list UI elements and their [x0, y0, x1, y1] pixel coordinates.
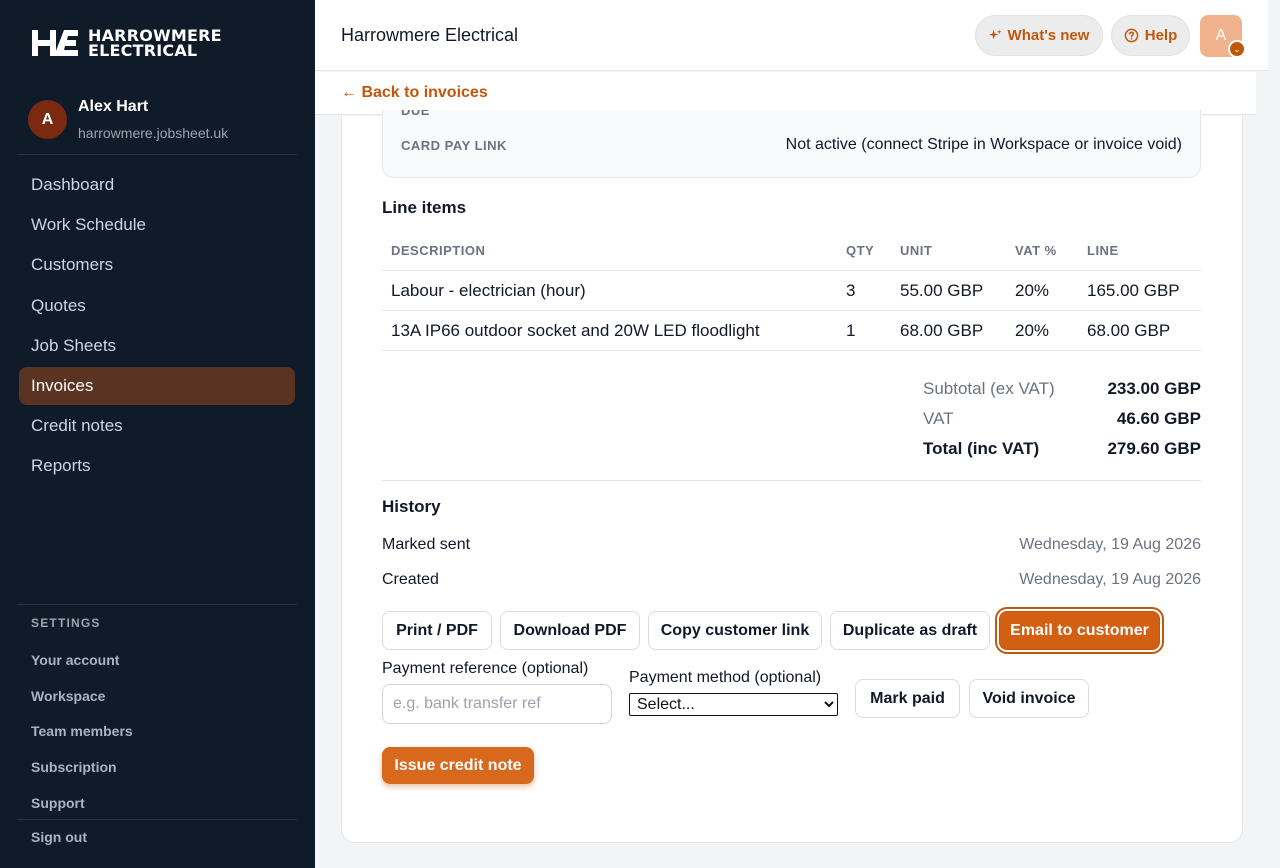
- settings-item-team-members[interactable]: Team members: [31, 714, 133, 750]
- header-line: LINE: [1087, 243, 1119, 258]
- whats-new-button[interactable]: What's new: [975, 15, 1103, 56]
- divider: [17, 154, 297, 155]
- user-profile[interactable]: A Alex Hart harrowmere.jobsheet.uk: [28, 97, 228, 141]
- subtotal-label: Subtotal (ex VAT): [923, 379, 1055, 398]
- cell-unit: 55.00 GBP: [900, 281, 984, 300]
- history-event-date: Wednesday, 19 Aug 2026: [1019, 536, 1201, 553]
- history-title: History: [382, 497, 441, 516]
- table-header: DESCRIPTION QTY UNIT VAT % LINE: [382, 231, 1201, 271]
- vat-row: VAT 46.60 GBP: [923, 409, 1201, 439]
- cell-vat: 20%: [1015, 321, 1050, 340]
- sidebar-item-reports[interactable]: Reports: [19, 447, 295, 485]
- header-description: DESCRIPTION: [391, 243, 486, 258]
- help-label: Help: [1144, 27, 1178, 44]
- cell-unit: 68.00 GBP: [900, 321, 984, 340]
- line-items-title: Line items: [382, 198, 467, 217]
- cell-line: 165.00 GBP: [1087, 281, 1180, 300]
- settings-nav: Your account Workspace Team members Subs…: [31, 642, 133, 821]
- sidebar-item-work-schedule[interactable]: Work Schedule: [19, 206, 295, 244]
- back-to-invoices-link[interactable]: ← Back to invoices: [341, 84, 488, 102]
- avatar: A: [28, 100, 67, 139]
- divider: [382, 480, 1201, 481]
- payment-method-select[interactable]: Select...: [629, 693, 838, 716]
- header-vat: VAT %: [1015, 243, 1057, 258]
- main-content: Harrowmere Electrical What's new Help A …: [315, 0, 1268, 868]
- brand-name: HARROWMERE ELECTRICAL: [88, 28, 222, 60]
- user-name: Alex Hart: [78, 98, 149, 115]
- account-menu-avatar[interactable]: A ⌄: [1200, 15, 1246, 58]
- sidebar-item-dashboard[interactable]: Dashboard: [19, 166, 295, 204]
- brand-logo[interactable]: HARROWMERE ELECTRICAL: [30, 27, 222, 59]
- card-pay-link-label: CARD PAY LINK: [401, 138, 507, 153]
- chevron-down-icon: ⌄: [1228, 40, 1246, 58]
- logo-mark-icon: [32, 30, 78, 56]
- invoice-card: DUE CARD PAY LINK Not active (connect St…: [341, 110, 1243, 843]
- history-event-date: Wednesday, 19 Aug 2026: [1019, 571, 1201, 588]
- history-event-label: Created: [382, 571, 439, 588]
- sidebar-item-invoices[interactable]: Invoices: [19, 366, 295, 405]
- cell-qty: 3: [846, 281, 856, 300]
- whats-new-label: What's new: [1007, 27, 1090, 44]
- line-items-table: DESCRIPTION QTY UNIT VAT % LINE Labour -…: [382, 231, 1201, 351]
- settings-item-subscription[interactable]: Subscription: [31, 749, 133, 785]
- page-title: Harrowmere Electrical: [341, 25, 519, 45]
- payment-reference-label: Payment reference (optional): [382, 660, 589, 677]
- brand-name-line2: ELECTRICAL: [88, 41, 198, 60]
- scrollbar-track[interactable]: [1256, 72, 1268, 868]
- help-circle-icon: [1124, 28, 1139, 43]
- back-bar: ← Back to invoices: [315, 72, 1268, 115]
- payment-info-box: DUE CARD PAY LINK Not active (connect St…: [382, 110, 1201, 178]
- divider: [17, 604, 297, 605]
- sidebar-item-quotes[interactable]: Quotes: [19, 287, 295, 325]
- subtotal-row: Subtotal (ex VAT) 233.00 GBP: [923, 379, 1201, 409]
- vat-value: 46.60 GBP: [1116, 409, 1201, 428]
- settings-item-workspace[interactable]: Workspace: [31, 678, 133, 714]
- payment-method-label: Payment method (optional): [629, 669, 822, 686]
- cell-description: Labour - electrician (hour): [391, 281, 586, 300]
- total-label: Total (inc VAT): [923, 439, 1040, 458]
- user-domain: harrowmere.jobsheet.uk: [78, 125, 229, 141]
- header-unit: UNIT: [900, 243, 933, 258]
- sidebar-item-job-sheets[interactable]: Job Sheets: [19, 327, 295, 365]
- total-row: Total (inc VAT) 279.60 GBP: [923, 439, 1201, 469]
- cell-line: 68.00 GBP: [1087, 321, 1171, 340]
- subtotal-value: 233.00 GBP: [1107, 379, 1201, 398]
- total-value: 279.60 GBP: [1107, 439, 1201, 458]
- issue-credit-note-button[interactable]: Issue credit note: [382, 747, 534, 784]
- email-to-customer-button[interactable]: Email to customer: [999, 611, 1160, 650]
- settings-item-your-account[interactable]: Your account: [31, 642, 133, 678]
- totals-summary: Subtotal (ex VAT) 233.00 GBP VAT 46.60 G…: [923, 379, 1201, 469]
- main-nav: Dashboard Work Schedule Customers Quotes…: [19, 166, 295, 488]
- sidebar: HARROWMERE ELECTRICAL A Alex Hart harrow…: [0, 0, 315, 868]
- due-label: DUE: [401, 110, 430, 118]
- void-invoice-button[interactable]: Void invoice: [969, 679, 1089, 718]
- card-pay-link-value: Not active (connect Stripe in Workspace …: [785, 136, 1182, 153]
- help-button[interactable]: Help: [1111, 15, 1190, 56]
- table-row: Labour - electrician (hour) 3 55.00 GBP …: [382, 271, 1201, 311]
- history-event-label: Marked sent: [382, 536, 471, 553]
- avatar-initial: A: [1215, 27, 1227, 44]
- sign-out-link[interactable]: Sign out: [31, 829, 87, 845]
- duplicate-as-draft-button[interactable]: Duplicate as draft: [830, 611, 990, 650]
- download-pdf-button[interactable]: Download PDF: [500, 611, 640, 650]
- print-pdf-button[interactable]: Print / PDF: [382, 611, 492, 650]
- payment-reference-input[interactable]: [382, 684, 612, 724]
- cell-vat: 20%: [1015, 281, 1050, 300]
- vat-label: VAT: [923, 409, 954, 428]
- cell-qty: 1: [846, 321, 856, 340]
- divider: [17, 819, 297, 820]
- copy-customer-link-button[interactable]: Copy customer link: [648, 611, 822, 650]
- top-bar: Harrowmere Electrical What's new Help A …: [315, 0, 1268, 71]
- sparkle-icon: [988, 29, 1002, 40]
- cell-description: 13A IP66 outdoor socket and 20W LED floo…: [391, 321, 760, 340]
- sidebar-item-customers[interactable]: Customers: [19, 246, 295, 284]
- settings-heading: SETTINGS: [31, 616, 101, 630]
- settings-item-support[interactable]: Support: [31, 785, 133, 821]
- header-qty: QTY: [846, 243, 875, 258]
- table-row: 13A IP66 outdoor socket and 20W LED floo…: [382, 311, 1201, 351]
- sidebar-item-credit-notes[interactable]: Credit notes: [19, 407, 295, 445]
- mark-paid-button[interactable]: Mark paid: [855, 679, 960, 718]
